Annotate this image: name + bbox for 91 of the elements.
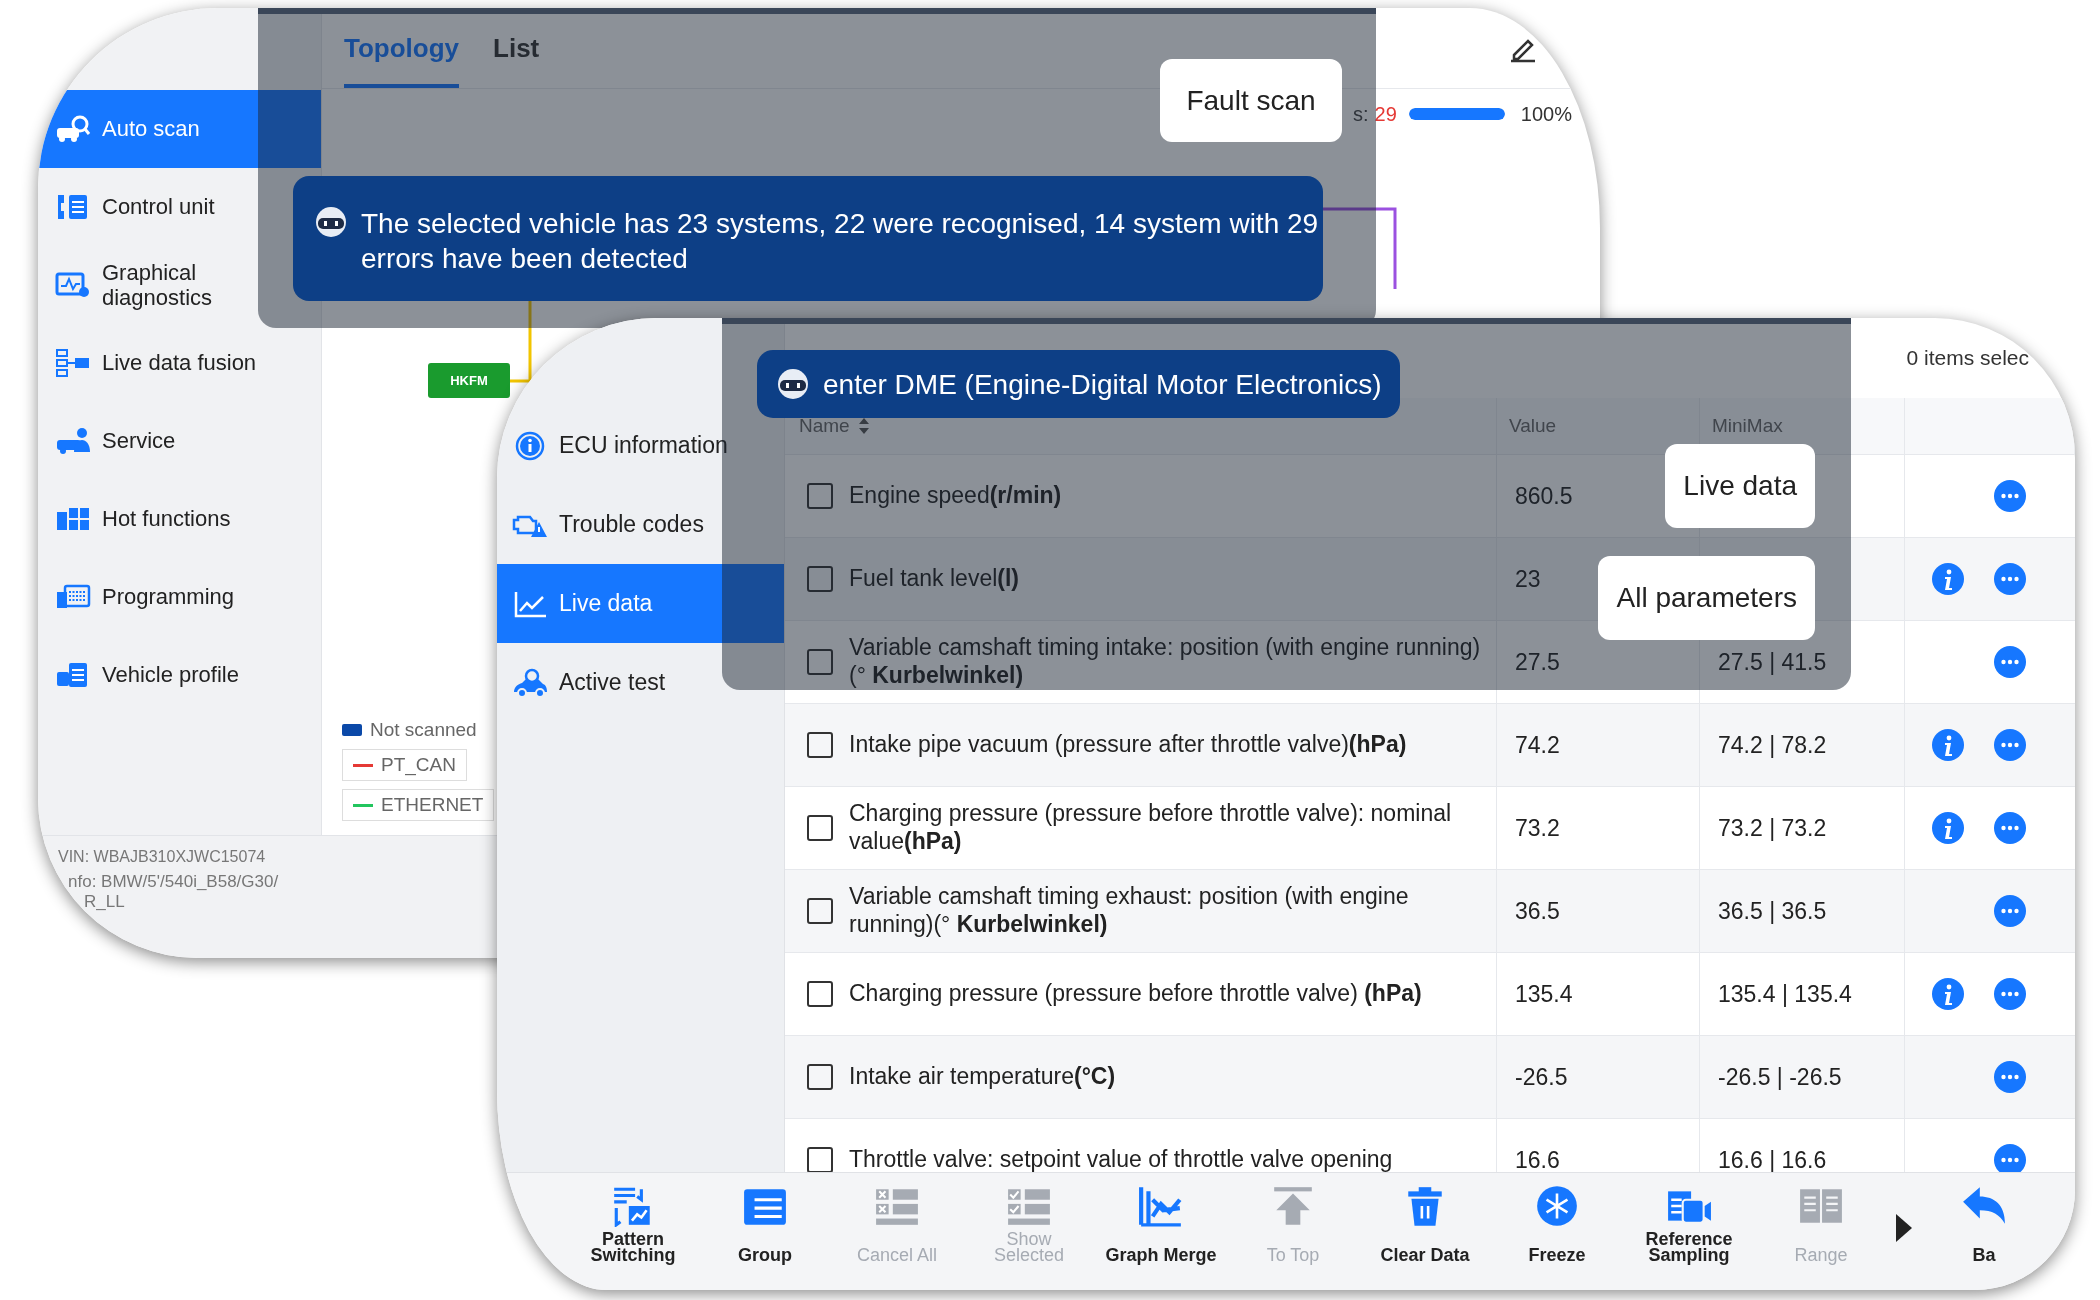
- checkbox[interactable]: [807, 898, 833, 924]
- parameter-name: Engine speed(r/min): [849, 482, 1062, 510]
- table-cell: 36.5: [1515, 897, 1560, 925]
- table-cell: 27.5 | 41.5: [1718, 648, 1827, 676]
- legend-swatch: [342, 724, 362, 736]
- checkbox[interactable]: [807, 483, 833, 509]
- list-tree-icon: [54, 348, 92, 378]
- table-cell: -26.5: [1515, 1063, 1568, 1091]
- parameter-name: Fuel tank level(l): [849, 565, 1020, 593]
- snowflake-icon: [1534, 1185, 1580, 1227]
- toolbar-button[interactable]: Pattern Switching: [567, 1185, 699, 1263]
- message-text: enter DME (Engine-Digital Motor Electronics): [823, 367, 1382, 402]
- sidebar-item[interactable]: Programming: [38, 558, 321, 636]
- toolbar-button[interactable]: Graph Merge: [1095, 1185, 1227, 1263]
- toolbar-button[interactable]: Freeze: [1491, 1185, 1623, 1263]
- chart-icon: [1138, 1185, 1184, 1227]
- car-search-icon: [54, 114, 92, 144]
- more-icon[interactable]: [1993, 728, 2027, 762]
- vehicle-info-text: nfo: BMW/5'/540i_B58/G30/: [67, 872, 279, 892]
- sidebar-item[interactable]: Live data fusion: [38, 324, 321, 402]
- toolbar-button[interactable]: Group: [699, 1185, 831, 1263]
- table-cell: 74.2: [1515, 731, 1560, 759]
- parameter-name: Charging pressure (pressure before throttle valve): nominal value(hPa): [849, 800, 1453, 856]
- legend-label: ETHERNET: [381, 794, 484, 816]
- sidebar-item[interactable]: Service: [38, 402, 321, 480]
- more-icon[interactable]: [1993, 479, 2027, 513]
- table-cell: 74.2 | 78.2: [1718, 731, 1827, 759]
- message-text: The selected vehicle has 23 systems, 22 were recognised, 14 system with 29 errors have been detected: [361, 207, 1320, 276]
- more-icon[interactable]: [1993, 894, 2027, 928]
- toolbar-button[interactable]: Reference Sampling: [1623, 1185, 1755, 1263]
- parameter-name: Intake air temperature(°C): [849, 1063, 1116, 1091]
- table-cell: 36.5 | 36.5: [1718, 897, 1827, 925]
- info-icon[interactable]: [1931, 977, 1965, 1011]
- toolbar-button[interactable]: Clear Data: [1359, 1185, 1491, 1263]
- tab[interactable]: List: [493, 8, 540, 88]
- table-cell: 135.4 | 135.4: [1718, 980, 1852, 1008]
- fault-count-label: s:: [1353, 102, 1369, 126]
- more-icon[interactable]: [1993, 645, 2027, 679]
- selection-count: 0 items selec: [1906, 346, 2029, 370]
- vin-text: VIN: WBAJB310XJWC15074: [57, 848, 266, 867]
- sidebar-item[interactable]: Auto scan: [38, 90, 321, 168]
- toolbar-button[interactable]: Ba: [1949, 1185, 2019, 1263]
- more-icon[interactable]: [1993, 562, 2027, 596]
- more-icon[interactable]: [1993, 977, 2027, 1011]
- sidebar-item[interactable]: Live data: [497, 564, 784, 643]
- info-icon[interactable]: [1931, 811, 1965, 845]
- parameter-name: Intake pipe vacuum (pressure after throttle valve)(hPa): [849, 731, 1407, 759]
- sidebar-item[interactable]: Vehicle profile: [38, 636, 321, 714]
- info-icon[interactable]: [1931, 728, 1965, 762]
- sidebar-item[interactable]: Graphical diagnostics: [38, 246, 321, 324]
- sidebar-item[interactable]: Control unit: [38, 168, 321, 246]
- callout-label: All parameters: [1598, 556, 1815, 640]
- parameter-name: Charging pressure (pressure before throttle valve) (hPa): [849, 980, 1422, 1008]
- checkbox[interactable]: [807, 815, 833, 841]
- table-cell: 135.4: [1515, 980, 1573, 1008]
- monitor-pulse-icon: [54, 270, 92, 300]
- checkbox[interactable]: [807, 1064, 833, 1090]
- checkbox[interactable]: [807, 649, 833, 675]
- more-icon[interactable]: [1993, 1060, 2027, 1094]
- more-icon[interactable]: [1993, 811, 2027, 845]
- parameter-name: Variable camshaft timing intake: position (with engine running)(° Kurbelwinkel): [849, 634, 1482, 690]
- vehicle-info-text: R_LL: [83, 892, 125, 912]
- robot-icon: [775, 368, 811, 400]
- info-icon[interactable]: [1931, 562, 1965, 596]
- legend-label: PT_CAN: [381, 754, 456, 776]
- checkbox[interactable]: [807, 732, 833, 758]
- sidebar-item[interactable]: Hot functions: [38, 480, 321, 558]
- more-icon[interactable]: [1993, 1143, 2027, 1172]
- car-person-icon: [54, 426, 92, 456]
- parameter-name: Variable camshaft timing exhaust: position (with engine running)(° Kurbelwinkel): [849, 883, 1410, 939]
- callout-label: Live data: [1665, 444, 1815, 528]
- parameter-name: Throttle valve: setpoint value of throttle valve opening: [849, 1146, 1393, 1172]
- table-cell: 16.6 | 16.6: [1718, 1146, 1827, 1172]
- table-cell: 860.5: [1515, 482, 1573, 510]
- table-cell: 16.6: [1515, 1146, 1560, 1172]
- table-cell: 23: [1515, 565, 1541, 593]
- robot-icon: [313, 206, 349, 238]
- table-cell: 73.2 | 73.2: [1718, 814, 1827, 842]
- checkbox[interactable]: [807, 566, 833, 592]
- legend-label: Not scanned: [370, 719, 477, 741]
- table-cell: -26.5 | -26.5: [1718, 1063, 1842, 1091]
- table-cell: 73.2: [1515, 814, 1560, 842]
- ecu-node[interactable]: HKFM: [428, 363, 510, 398]
- sidebar-item[interactable]: Trouble codes: [497, 485, 784, 564]
- car-wrench-icon: [511, 667, 549, 698]
- sort-icon[interactable]: [857, 417, 870, 435]
- checkbox[interactable]: [807, 981, 833, 1007]
- table-cell: 27.5: [1515, 648, 1560, 676]
- sidebar-item[interactable]: Active test: [497, 643, 784, 722]
- progress-reading: 100%: [1520, 102, 1572, 126]
- callout-label: Fault scan: [1160, 59, 1342, 142]
